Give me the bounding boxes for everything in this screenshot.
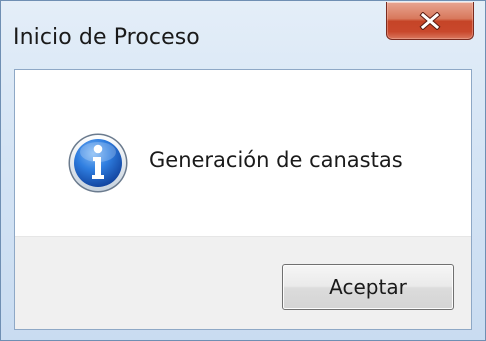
window-title: Inicio de Proceso: [13, 25, 200, 50]
dialog-window: Inicio de Proceso Generación de canastas…: [0, 0, 486, 341]
title-bar[interactable]: Inicio de Proceso: [1, 1, 485, 69]
dialog-message: Generación de canastas: [149, 148, 403, 172]
info-icon: [67, 132, 129, 194]
dialog-body: Generación de canastas Aceptar: [14, 69, 472, 330]
close-button[interactable]: [386, 2, 474, 40]
close-icon: [419, 11, 441, 30]
message-area: Generación de canastas: [15, 70, 471, 236]
button-area: Aceptar: [15, 236, 471, 329]
accept-button[interactable]: Aceptar: [282, 264, 454, 310]
